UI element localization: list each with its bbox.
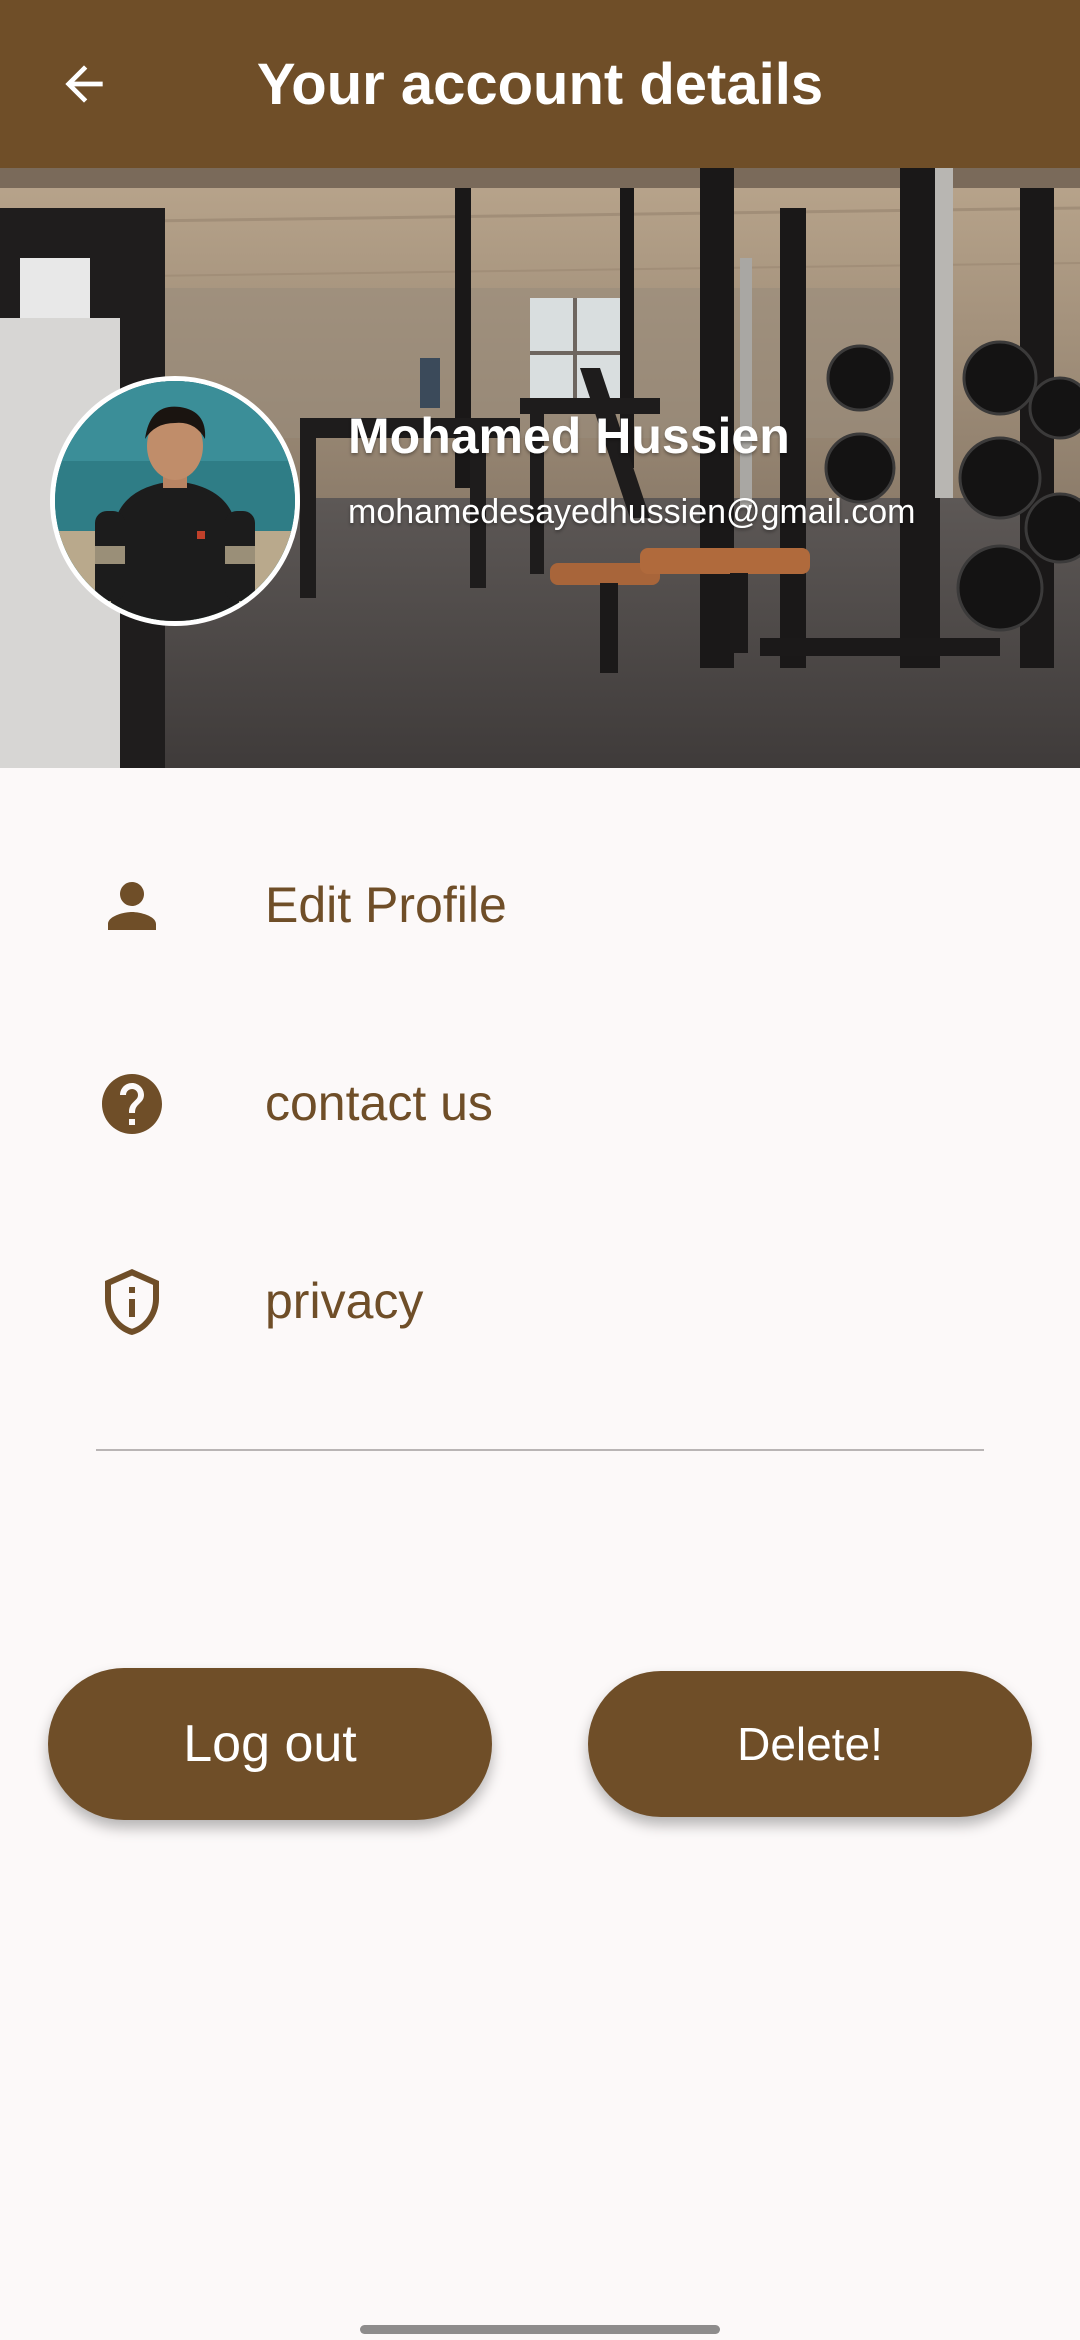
user-name: Mohamed Hussien	[348, 408, 790, 464]
help-circle-icon	[102, 1074, 162, 1134]
avatar[interactable]	[50, 376, 300, 626]
menu-item-label: privacy	[265, 1273, 424, 1329]
home-indicator[interactable]	[360, 2325, 720, 2334]
menu-item-privacy[interactable]: privacy	[0, 1228, 1080, 1368]
delete-account-button[interactable]: Delete!	[588, 1671, 1032, 1817]
app-bar: Your account details	[0, 0, 1080, 168]
divider	[96, 1449, 984, 1451]
menu-item-edit-profile[interactable]: Edit Profile	[0, 832, 1080, 972]
menu-item-label: contact us	[265, 1075, 493, 1131]
page-title: Your account details	[256, 52, 824, 117]
person-icon	[108, 882, 156, 930]
user-email: mohamedesayedhussien@gmail.com	[348, 493, 916, 531]
menu-item-label: Edit Profile	[265, 877, 507, 933]
logout-button[interactable]: Log out	[48, 1668, 492, 1820]
menu-item-contact-us[interactable]: contact us	[0, 1030, 1080, 1170]
shield-info-icon	[105, 1269, 159, 1335]
